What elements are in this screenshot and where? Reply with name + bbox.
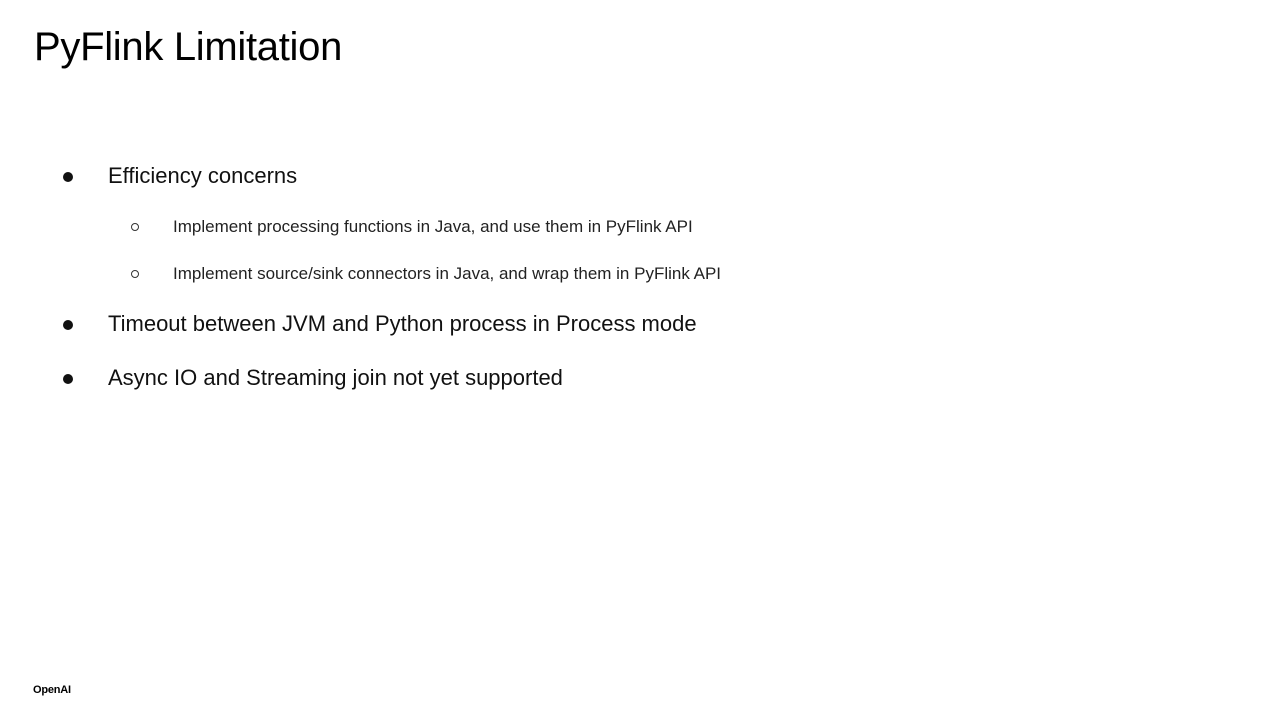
sub-bullet-text: Implement source/sink connectors in Java… xyxy=(173,264,722,283)
bullet-circle-icon xyxy=(131,270,139,278)
slide-title: PyFlink Limitation xyxy=(34,25,343,69)
sub-bullet-text: Implement processing functions in Java, … xyxy=(173,217,693,236)
bullet-text: Timeout between JVM and Python process i… xyxy=(108,311,697,336)
bullet-dot-icon xyxy=(63,172,73,182)
bullet-text: Async IO and Streaming join not yet supp… xyxy=(108,365,563,390)
bullet-circle-icon xyxy=(131,223,139,231)
slide: PyFlink Limitation Efficiency concerns I… xyxy=(0,0,1288,720)
bullet-dot-icon xyxy=(63,320,73,330)
openai-logo: OpenAI xyxy=(33,684,71,696)
bullet-text: Efficiency concerns xyxy=(108,163,298,188)
bullet-dot-icon xyxy=(63,374,73,384)
